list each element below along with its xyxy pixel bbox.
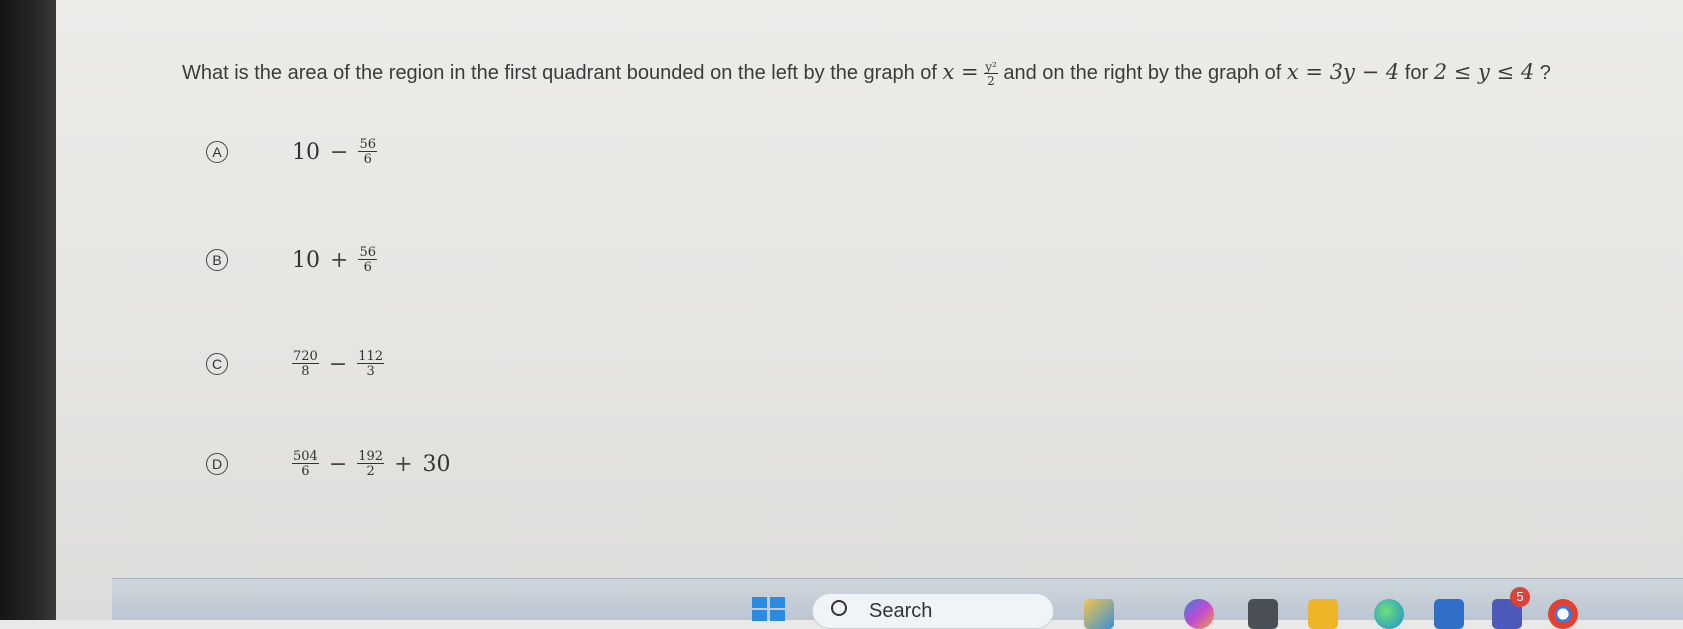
choice-d-denominator-1: 6 bbox=[301, 464, 310, 479]
copilot-icon[interactable] bbox=[1184, 599, 1214, 629]
choice-d-radio[interactable]: D bbox=[206, 453, 228, 475]
choice-c-denominator-1: 8 bbox=[301, 364, 310, 379]
choice-c-expression: 720 8 − 112 3 bbox=[292, 344, 385, 384]
choice-d-fraction-1: 504 6 bbox=[292, 450, 319, 478]
choice-b-operator: + bbox=[330, 247, 349, 273]
equation-1-lhs: x = bbox=[942, 60, 979, 84]
question-text: What is the area of the region in the fi… bbox=[182, 60, 1683, 87]
choice-d-expression: 504 6 − 192 2 + 30 bbox=[292, 444, 451, 484]
equation-1-fraction: y² 2 bbox=[984, 61, 998, 87]
chrome-browser-icon[interactable] bbox=[1548, 599, 1578, 629]
choice-b-radio[interactable]: B bbox=[206, 249, 228, 271]
choice-d-term: 30 bbox=[422, 451, 451, 477]
eq1-denominator: 2 bbox=[987, 73, 995, 88]
taskbar-search-box[interactable]: Search bbox=[812, 593, 1054, 629]
widgets-icon[interactable] bbox=[1084, 599, 1114, 629]
choice-a[interactable]: A 10 − 56 6 bbox=[206, 132, 377, 172]
choice-d-numerator-1: 504 bbox=[292, 449, 319, 464]
choice-d-denominator-2: 2 bbox=[366, 464, 375, 479]
choice-a-radio[interactable]: A bbox=[206, 141, 228, 163]
choice-d-numerator-2: 192 bbox=[357, 449, 385, 464]
choice-c-fraction-2: 112 3 bbox=[357, 349, 385, 379]
choice-a-numerator: 56 bbox=[358, 137, 377, 152]
choice-a-operator: − bbox=[330, 139, 349, 165]
taskbar: Search 5 bbox=[112, 578, 1683, 629]
task-view-icon[interactable] bbox=[1248, 599, 1278, 629]
screen: What is the area of the region in the fi… bbox=[56, 0, 1683, 629]
edge-browser-icon[interactable] bbox=[1374, 599, 1404, 629]
choice-b-denominator: 6 bbox=[363, 260, 372, 275]
choice-b-fraction: 56 6 bbox=[358, 246, 377, 274]
choice-c[interactable]: C 720 8 − 112 3 bbox=[206, 344, 385, 384]
question-middle: and on the right by the graph of bbox=[1003, 62, 1282, 84]
choice-c-radio[interactable]: C bbox=[206, 353, 228, 375]
choice-d[interactable]: D 504 6 − 192 2 + 30 bbox=[206, 444, 451, 484]
choice-a-expression: 10 − 56 6 bbox=[292, 132, 377, 172]
question-suffix: ? bbox=[1539, 62, 1551, 84]
choice-b-term: 10 bbox=[292, 247, 320, 273]
store-icon[interactable] bbox=[1434, 599, 1464, 629]
question-for: for bbox=[1404, 62, 1429, 84]
equation-2: x = 3y − 4 bbox=[1286, 60, 1400, 84]
choice-b-numerator: 56 bbox=[358, 245, 377, 260]
choice-a-term: 10 bbox=[292, 139, 320, 165]
eq1-numerator: y² bbox=[984, 59, 998, 74]
windows-start-icon[interactable] bbox=[752, 597, 786, 621]
choice-c-numerator-1: 720 bbox=[292, 349, 319, 364]
choice-d-fraction-2: 192 2 bbox=[357, 449, 385, 479]
choice-d-operator-2: + bbox=[394, 451, 413, 477]
notification-badge: 5 bbox=[1510, 587, 1530, 607]
question-prefix: What is the area of the region in the fi… bbox=[182, 62, 937, 84]
choice-d-operator-1: − bbox=[328, 451, 348, 477]
choice-c-numerator-2: 112 bbox=[357, 349, 385, 364]
choice-a-fraction: 56 6 bbox=[358, 138, 377, 166]
choice-c-operator: − bbox=[328, 351, 348, 377]
choice-c-denominator-2: 3 bbox=[366, 364, 375, 379]
choice-b-expression: 10 + 56 6 bbox=[292, 240, 377, 280]
choice-a-denominator: 6 bbox=[363, 152, 372, 167]
monitor-bezel bbox=[0, 0, 56, 620]
search-icon bbox=[831, 600, 847, 616]
file-explorer-icon[interactable] bbox=[1308, 599, 1338, 629]
choice-b[interactable]: B 10 + 56 6 bbox=[206, 240, 377, 280]
y-range: 2 ≤ y ≤ 4 bbox=[1433, 60, 1535, 84]
choice-c-fraction-1: 720 8 bbox=[292, 350, 319, 378]
